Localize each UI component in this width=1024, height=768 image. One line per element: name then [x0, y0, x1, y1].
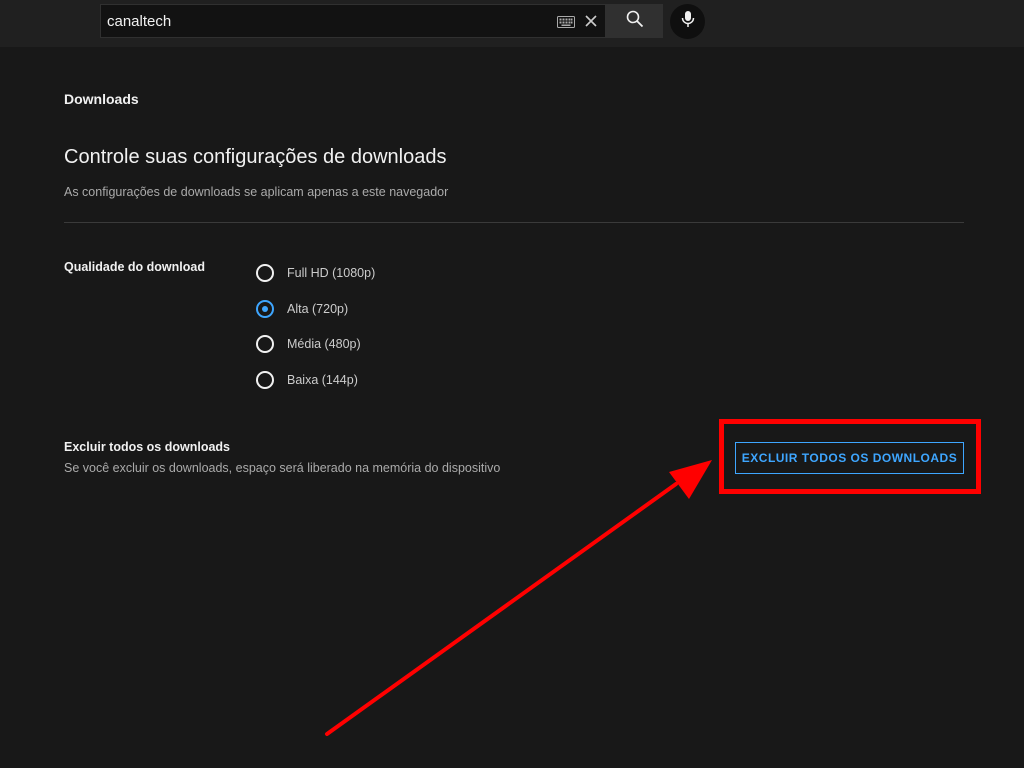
- quality-option-full-hd[interactable]: Full HD (1080p): [256, 264, 456, 300]
- keyboard-icon[interactable]: [557, 15, 575, 33]
- radio-button[interactable]: [256, 370, 274, 389]
- voice-search-button[interactable]: [670, 4, 705, 39]
- radio-label: Média (480p): [287, 337, 361, 351]
- page-title: Controle suas configurações de downloads: [64, 146, 447, 168]
- radio-button[interactable]: [256, 264, 274, 282]
- delete-downloads-title: Excluir todos os downloads: [64, 440, 230, 454]
- section-title: Downloads: [64, 91, 139, 107]
- quality-option-media[interactable]: Média (480p): [256, 335, 456, 371]
- delete-all-downloads-button[interactable]: EXCLUIR TODOS OS DOWNLOADS: [735, 442, 964, 474]
- radio-button[interactable]: [256, 299, 274, 318]
- search-box[interactable]: [100, 4, 606, 38]
- page-subtitle: As configurações de downloads se aplicam…: [64, 185, 449, 199]
- search-icon: [626, 10, 644, 33]
- top-bar: [0, 0, 1024, 47]
- radio-label: Baixa (144p): [287, 372, 358, 387]
- close-icon[interactable]: [584, 14, 598, 33]
- microphone-icon: [681, 10, 695, 33]
- divider: [64, 222, 964, 223]
- delete-downloads-description: Se você excluir os downloads, espaço ser…: [64, 461, 501, 475]
- radio-label: Full HD (1080p): [287, 266, 376, 280]
- search-button[interactable]: [606, 4, 663, 38]
- download-quality-radio-group: Full HD (1080p) Alta (720p) Média (480p)…: [256, 264, 456, 406]
- radio-button[interactable]: [256, 335, 274, 353]
- annotation-arrow: [325, 460, 712, 736]
- quality-option-alta[interactable]: Alta (720p): [256, 299, 456, 336]
- quality-option-baixa[interactable]: Baixa (144p): [256, 370, 456, 407]
- download-quality-label: Qualidade do download: [64, 260, 205, 274]
- radio-label: Alta (720p): [287, 301, 349, 316]
- search-input[interactable]: [101, 5, 553, 37]
